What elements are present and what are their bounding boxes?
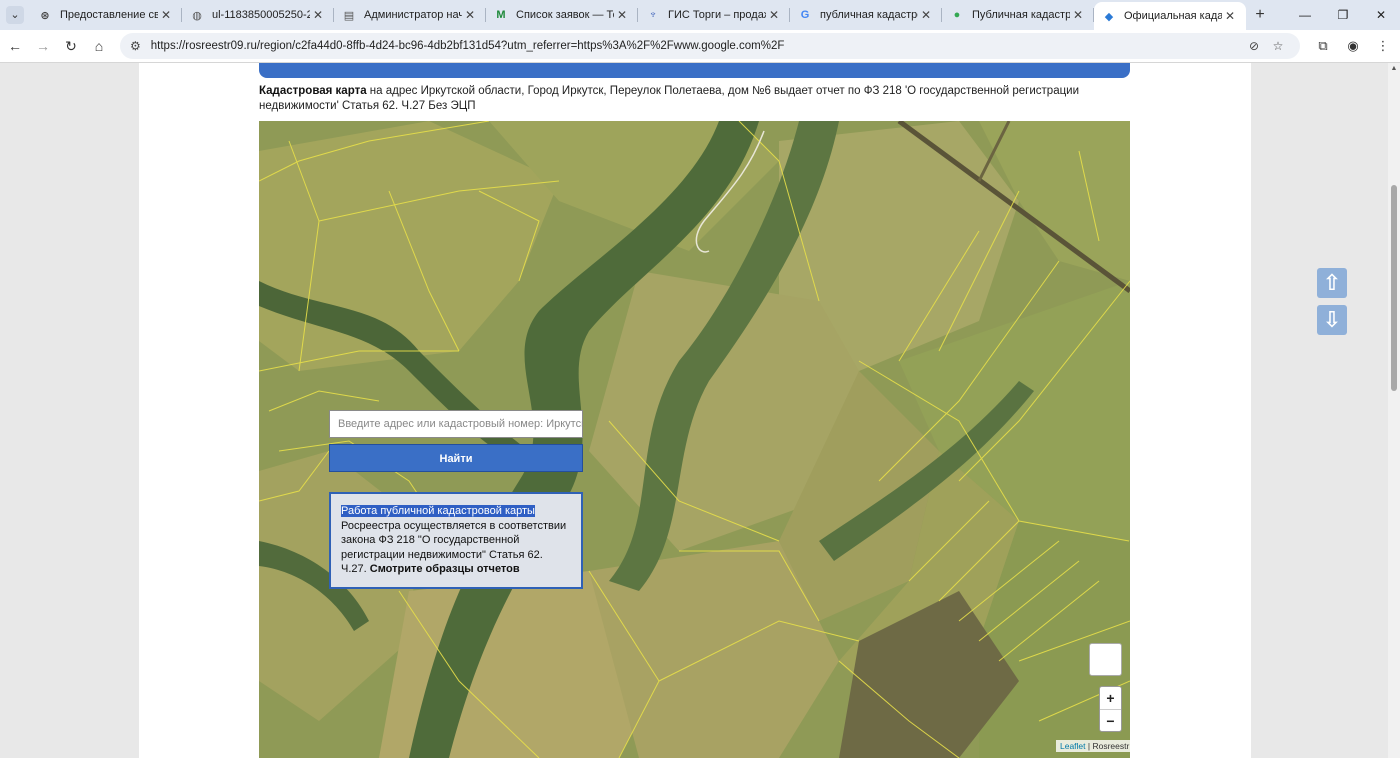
new-tab-button[interactable]: +	[1246, 6, 1274, 24]
tab-title: публичная кадастровая	[820, 9, 918, 21]
browser-menu-icon[interactable]: ⋮	[1368, 33, 1398, 59]
bookmark-star-icon[interactable]: ☆	[1266, 39, 1290, 53]
tab-title: Публичная кадастровая	[972, 9, 1070, 21]
scroll-down-button[interactable]: ⇩	[1317, 305, 1347, 335]
tab-title: Список заявок — Технол	[516, 9, 614, 21]
minimize-icon[interactable]: —	[1286, 0, 1324, 30]
window-controls: — ❐ ✕	[1286, 0, 1400, 30]
scroll-up-button[interactable]: ⇧	[1317, 268, 1347, 298]
scroll-arrow-up-icon[interactable]: ▲	[1390, 65, 1398, 73]
tab-title: Администратор начисле	[364, 9, 462, 21]
intro-bold: Кадастровая карта	[259, 85, 367, 97]
browser-tab[interactable]: ▤ Администратор начисле✕	[334, 0, 486, 30]
header-bar	[259, 63, 1130, 78]
close-window-icon[interactable]: ✕	[1362, 0, 1400, 30]
restore-icon[interactable]: ❐	[1324, 0, 1362, 30]
profile-icon[interactable]: ◉	[1338, 33, 1368, 59]
extensions-icon[interactable]: ⧉	[1308, 33, 1338, 59]
close-tab-icon[interactable]: ✕	[1070, 8, 1086, 22]
page-viewport: Кадастровая карта на адрес Иркутской обл…	[0, 63, 1388, 758]
close-tab-icon[interactable]: ✕	[614, 8, 630, 22]
close-tab-icon[interactable]: ✕	[766, 8, 782, 22]
emblem-icon: ♆	[648, 9, 658, 21]
sample-reports-link[interactable]: Смотрите образцы отчетов	[370, 563, 520, 575]
info-highlight: Работа публичной кадастровой карты	[341, 505, 535, 517]
satellite-imagery	[259, 121, 1130, 758]
page-scrollbar[interactable]: ▲	[1388, 63, 1400, 758]
tab-title: ГИС Торги – продажи го	[668, 9, 766, 21]
intro-text: Кадастровая карта на адрес Иркутской обл…	[259, 84, 1139, 114]
browser-tab[interactable]: ◆ Официальная кадастров✕	[1094, 2, 1246, 30]
globe-icon: ◍	[192, 9, 202, 22]
forward-icon[interactable]: →	[30, 33, 56, 59]
browser-tab[interactable]: ⊛ Предоставление сведений✕	[30, 0, 182, 30]
close-tab-icon[interactable]: ✕	[918, 8, 934, 22]
close-tab-icon[interactable]: ✕	[310, 8, 326, 22]
site-settings-icon[interactable]: ⚙	[130, 39, 141, 53]
browser-toolbar: ← → ↻ ⌂ ⚙ https://rosreestr09.ru/region/…	[0, 30, 1400, 63]
document-icon: ▤	[343, 9, 355, 22]
reload-icon[interactable]: ↻	[58, 33, 84, 59]
cadastral-map[interactable]: Введите адрес или кадастровый номер: Ирк…	[259, 121, 1130, 758]
tab-title: ul-1183850005250-20260	[212, 9, 310, 21]
info-box: Работа публичной кадастровой карты Росре…	[329, 492, 583, 589]
url-text[interactable]: https://rosreestr09.ru/region/c2fa44d0-8…	[151, 40, 1242, 52]
close-tab-icon[interactable]: ✕	[158, 8, 174, 22]
tracking-off-icon[interactable]: ⊘	[1242, 39, 1266, 53]
tab-strip: ⌄ ⊛Предоставление сведений✕◍ul-118385000…	[0, 0, 1400, 30]
zoom-out-button[interactable]: −	[1100, 709, 1121, 731]
map-attribution: Leaflet | Rosreestr	[1056, 740, 1130, 752]
browser-tab[interactable]: ♆ ГИС Торги – продажи го✕	[638, 0, 790, 30]
tab-list: ⊛Предоставление сведений✕◍ul-11838500052…	[30, 0, 1246, 30]
tab-title: Предоставление сведений	[60, 9, 158, 21]
zoom-control: + −	[1099, 686, 1122, 732]
browser-tab[interactable]: ◍ ul-1183850005250-20260✕	[182, 0, 334, 30]
browser-tab[interactable]: ● Публичная кадастровая✕	[942, 0, 1094, 30]
content-column: Кадастровая карта на адрес Иркутской обл…	[139, 63, 1251, 758]
find-button[interactable]: Найти	[329, 444, 583, 472]
close-tab-icon[interactable]: ✕	[1222, 9, 1238, 23]
intro-rest: на адрес Иркутской области, Город Иркутс…	[259, 85, 1080, 112]
close-tab-icon[interactable]: ✕	[462, 8, 478, 22]
layers-icon: ◆	[1104, 10, 1114, 23]
gmail-icon: M	[496, 9, 506, 21]
browser-tab[interactable]: M Список заявок — Технол✕	[486, 0, 638, 30]
attribution-rest: | Rosreestr	[1085, 741, 1130, 751]
map-layer-control[interactable]	[1089, 643, 1122, 676]
browser-tab[interactable]: Gпубличная кадастровая✕	[790, 0, 942, 30]
tab-title: Официальная кадастров	[1124, 10, 1222, 22]
zoom-in-button[interactable]: +	[1100, 687, 1121, 709]
address-search-input[interactable]: Введите адрес или кадастровый номер: Ирк…	[329, 410, 583, 438]
google-icon: G	[800, 9, 810, 21]
scrollbar-thumb[interactable]	[1391, 185, 1397, 391]
home-icon[interactable]: ⌂	[86, 33, 112, 59]
chevron-down-icon: ⌄	[6, 6, 24, 24]
leaflet-link[interactable]: Leaflet	[1060, 741, 1086, 751]
shield-icon: ⊛	[40, 9, 50, 22]
back-icon[interactable]: ←	[2, 33, 28, 59]
tab-search-button[interactable]: ⌄	[0, 0, 30, 30]
map-pin-icon: ●	[953, 9, 961, 21]
address-bar[interactable]: ⚙ https://rosreestr09.ru/region/c2fa44d0…	[120, 33, 1300, 59]
